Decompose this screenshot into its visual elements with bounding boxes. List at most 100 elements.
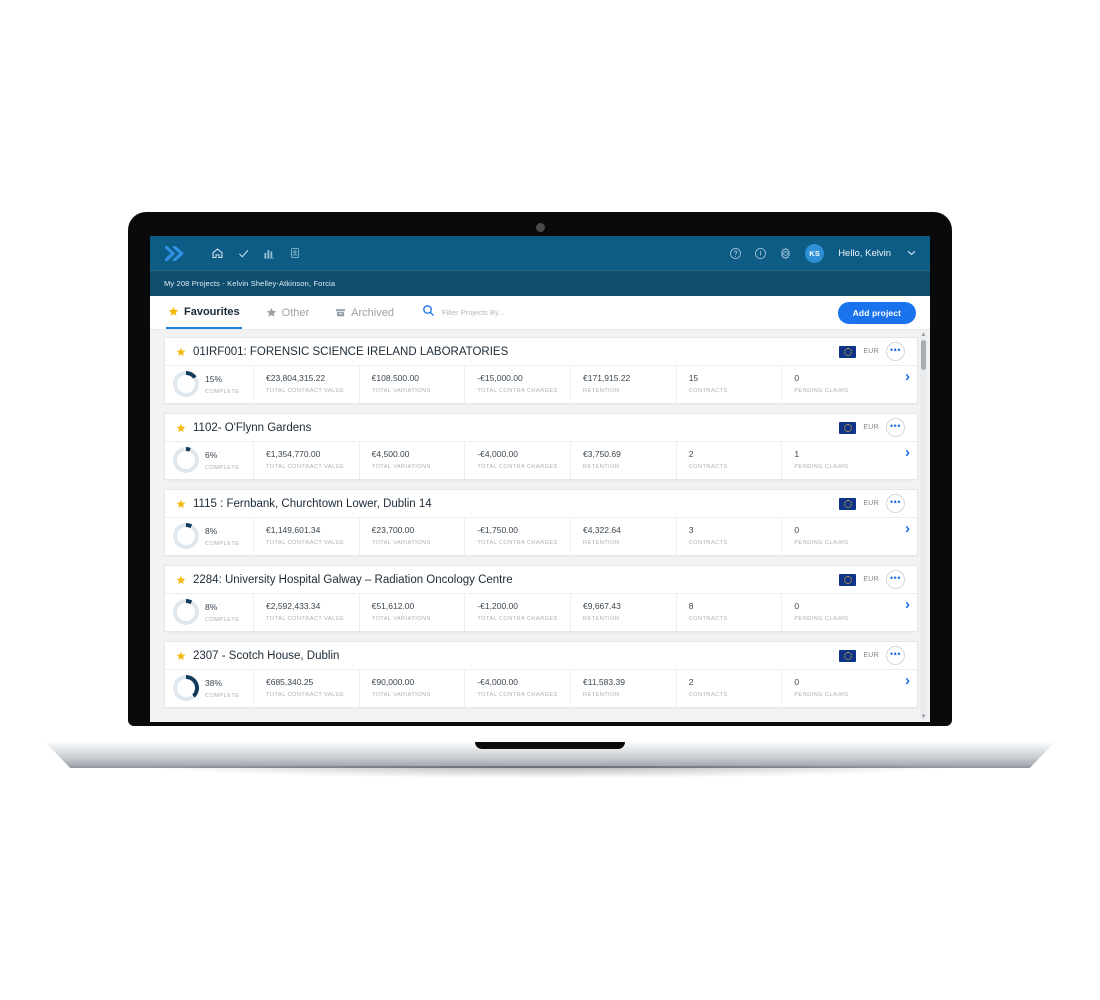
currency-code: EUR bbox=[863, 424, 879, 431]
favourite-star-icon[interactable] bbox=[176, 651, 186, 661]
search-icon[interactable] bbox=[422, 304, 435, 322]
background-chevron-top bbox=[100, 0, 660, 240]
avatar[interactable]: KS bbox=[805, 243, 825, 263]
more-options-button[interactable]: ••• bbox=[886, 342, 905, 361]
check-icon[interactable] bbox=[230, 241, 256, 265]
open-project-arrow[interactable]: › bbox=[905, 521, 910, 536]
project-card[interactable]: 1115 : Fernbank, Churchtown Lower, Dubli… bbox=[164, 489, 918, 556]
stat-complete: 8% COMPLETE bbox=[165, 594, 253, 631]
scrollbar-thumb[interactable] bbox=[921, 340, 926, 370]
contact-card-icon[interactable] bbox=[282, 241, 308, 265]
star-grey-icon bbox=[266, 307, 277, 318]
double-chevron-logo-icon[interactable] bbox=[162, 242, 192, 264]
project-card-header: 1115 : Fernbank, Churchtown Lower, Dubli… bbox=[165, 490, 917, 517]
bar-chart-icon[interactable] bbox=[256, 241, 282, 265]
stat-label: CONTRACTS bbox=[688, 540, 728, 546]
more-options-button[interactable]: ••• bbox=[886, 418, 905, 437]
stat-value: 3 bbox=[688, 525, 694, 535]
background-chevron-bottom bbox=[660, 760, 1100, 1000]
eu-flag-icon bbox=[839, 345, 857, 358]
project-stats-row: 8% COMPLETE €2,592,433.34 TOTAL CONTRACT VA… bbox=[165, 593, 917, 631]
more-options-button[interactable]: ••• bbox=[886, 494, 905, 513]
project-stats-row: 38% COMPLETE €685,340.25 TOTAL CONTRACT VAL… bbox=[165, 669, 917, 707]
stat-label: COMPLETE bbox=[205, 693, 240, 699]
favourite-star-icon[interactable] bbox=[176, 347, 186, 357]
stat-retention: €11,583.39 RETENTION bbox=[570, 670, 676, 707]
stat-value: €1,149,601.34 bbox=[266, 525, 321, 535]
open-project-arrow[interactable]: › bbox=[905, 597, 910, 612]
stat-label: TOTAL CONTRA CHARGES bbox=[477, 692, 558, 698]
stat-retention: €171,915.22 RETENTION bbox=[570, 366, 676, 403]
stat-complete: 38% COMPLETE bbox=[165, 670, 253, 707]
stat-label: COMPLETE bbox=[205, 465, 240, 471]
favourite-star-icon[interactable] bbox=[176, 575, 186, 585]
stat-label: PENDING CLAIMS bbox=[794, 616, 849, 622]
stat-total-contract-value: €685,340.25 TOTAL CONTRACT VALUE bbox=[253, 670, 359, 707]
stat-retention: €9,667.43 RETENTION bbox=[570, 594, 676, 631]
search-input[interactable] bbox=[441, 308, 592, 317]
stat-label: TOTAL CONTRACT VALUE bbox=[266, 540, 345, 546]
tab-favourites[interactable]: Favourites bbox=[166, 296, 242, 329]
stat-label: TOTAL CONTRACT VALUE bbox=[266, 388, 345, 394]
favourite-star-icon[interactable] bbox=[176, 423, 186, 433]
project-card[interactable]: 1102- O'Flynn Gardens EUR ••• 6% COMPLETE €1,… bbox=[164, 413, 918, 480]
stat-label: CONTRACTS bbox=[688, 616, 728, 622]
stat-total-contra-charges: -€1,200.00 TOTAL CONTRA CHARGES bbox=[464, 594, 570, 631]
stat-complete: 6% COMPLETE bbox=[165, 442, 253, 479]
project-stats-row: 6% COMPLETE €1,354,770.00 TOTAL CONTRACT VA… bbox=[165, 441, 917, 479]
stat-total-variations: €51,612.00 TOTAL VARIATIONS bbox=[358, 594, 465, 631]
stat-total-contra-charges: -€4,000.00 TOTAL CONTRA CHARGES bbox=[464, 670, 570, 707]
open-project-arrow[interactable]: › bbox=[905, 673, 910, 688]
stat-value: €23,804,315.22 bbox=[266, 373, 326, 383]
stat-value: 15% bbox=[205, 374, 223, 384]
more-options-button[interactable]: ••• bbox=[886, 570, 905, 589]
gear-icon[interactable] bbox=[777, 245, 793, 261]
tab-label: Archived bbox=[351, 306, 394, 319]
stat-label: TOTAL VARIATIONS bbox=[371, 540, 431, 546]
stat-pending-claims: 0 PENDING CLAIMS bbox=[781, 594, 887, 631]
project-filter bbox=[422, 304, 592, 322]
currency-code: EUR bbox=[863, 500, 879, 507]
project-card-header: 1102- O'Flynn Gardens EUR ••• bbox=[165, 414, 917, 441]
stat-label: RETENTION bbox=[583, 692, 620, 698]
project-context-title: My 208 Projects - Kelvin Shelley-Atkinso… bbox=[164, 279, 336, 288]
stat-value: 8% bbox=[205, 526, 218, 536]
project-card[interactable]: 2307 - Scotch House, Dublin EUR ••• 38% COMP… bbox=[164, 641, 918, 708]
tab-label: Favourites bbox=[184, 305, 240, 318]
project-card[interactable]: 01IRF001: FORENSIC SCIENCE IRELAND LABOR… bbox=[164, 337, 918, 404]
favourite-star-icon[interactable] bbox=[176, 499, 186, 509]
stat-pending-claims: 0 PENDING CLAIMS bbox=[781, 518, 887, 555]
laptop-camera bbox=[535, 223, 545, 232]
stat-label: TOTAL CONTRA CHARGES bbox=[477, 540, 558, 546]
project-card-header: 2284: University Hospital Galway – Radia… bbox=[165, 566, 917, 593]
stat-value: €108,500.00 bbox=[371, 373, 419, 383]
currency-code: EUR bbox=[863, 576, 879, 583]
stat-value: €51,612.00 bbox=[371, 601, 415, 611]
stat-value: 15 bbox=[688, 373, 699, 383]
stat-label: CONTRACTS bbox=[688, 388, 728, 394]
add-project-button[interactable]: Add project bbox=[837, 301, 916, 324]
main-content: Favourites Other Archived Filter Project… bbox=[150, 296, 930, 722]
project-title: 1115 : Fernbank, Churchtown Lower, Dubli… bbox=[193, 497, 432, 510]
open-project-arrow[interactable]: › bbox=[905, 445, 910, 460]
scroll-down-arrow[interactable]: ▼ bbox=[920, 714, 927, 720]
tab-other[interactable]: Other bbox=[264, 296, 312, 329]
project-title: 1102- O'Flynn Gardens bbox=[193, 421, 312, 434]
project-list-scrollbar[interactable]: ▲ ▼ bbox=[920, 332, 927, 720]
help-circle-icon[interactable] bbox=[727, 245, 743, 261]
scroll-up-arrow[interactable]: ▲ bbox=[920, 332, 927, 338]
more-options-button[interactable]: ••• bbox=[886, 646, 905, 665]
project-title: 2307 - Scotch House, Dublin bbox=[193, 649, 340, 662]
project-card[interactable]: 2284: University Hospital Galway – Radia… bbox=[164, 565, 918, 632]
home-icon[interactable] bbox=[204, 241, 230, 265]
chevron-down-icon[interactable] bbox=[907, 249, 916, 258]
stat-total-variations: €23,700.00 TOTAL VARIATIONS bbox=[358, 518, 465, 555]
nav-user-group: KS Hello, Kelvin bbox=[727, 243, 916, 263]
stat-total-contra-charges: -€4,000.00 TOTAL CONTRA CHARGES bbox=[464, 442, 570, 479]
star-filled-icon bbox=[168, 306, 179, 317]
open-project-arrow[interactable]: › bbox=[905, 369, 910, 384]
info-circle-icon[interactable] bbox=[752, 245, 768, 261]
laptop-base-notch bbox=[475, 742, 625, 749]
project-card-actions: EUR ••• bbox=[839, 418, 907, 437]
tab-archived[interactable]: Archived bbox=[333, 296, 396, 329]
